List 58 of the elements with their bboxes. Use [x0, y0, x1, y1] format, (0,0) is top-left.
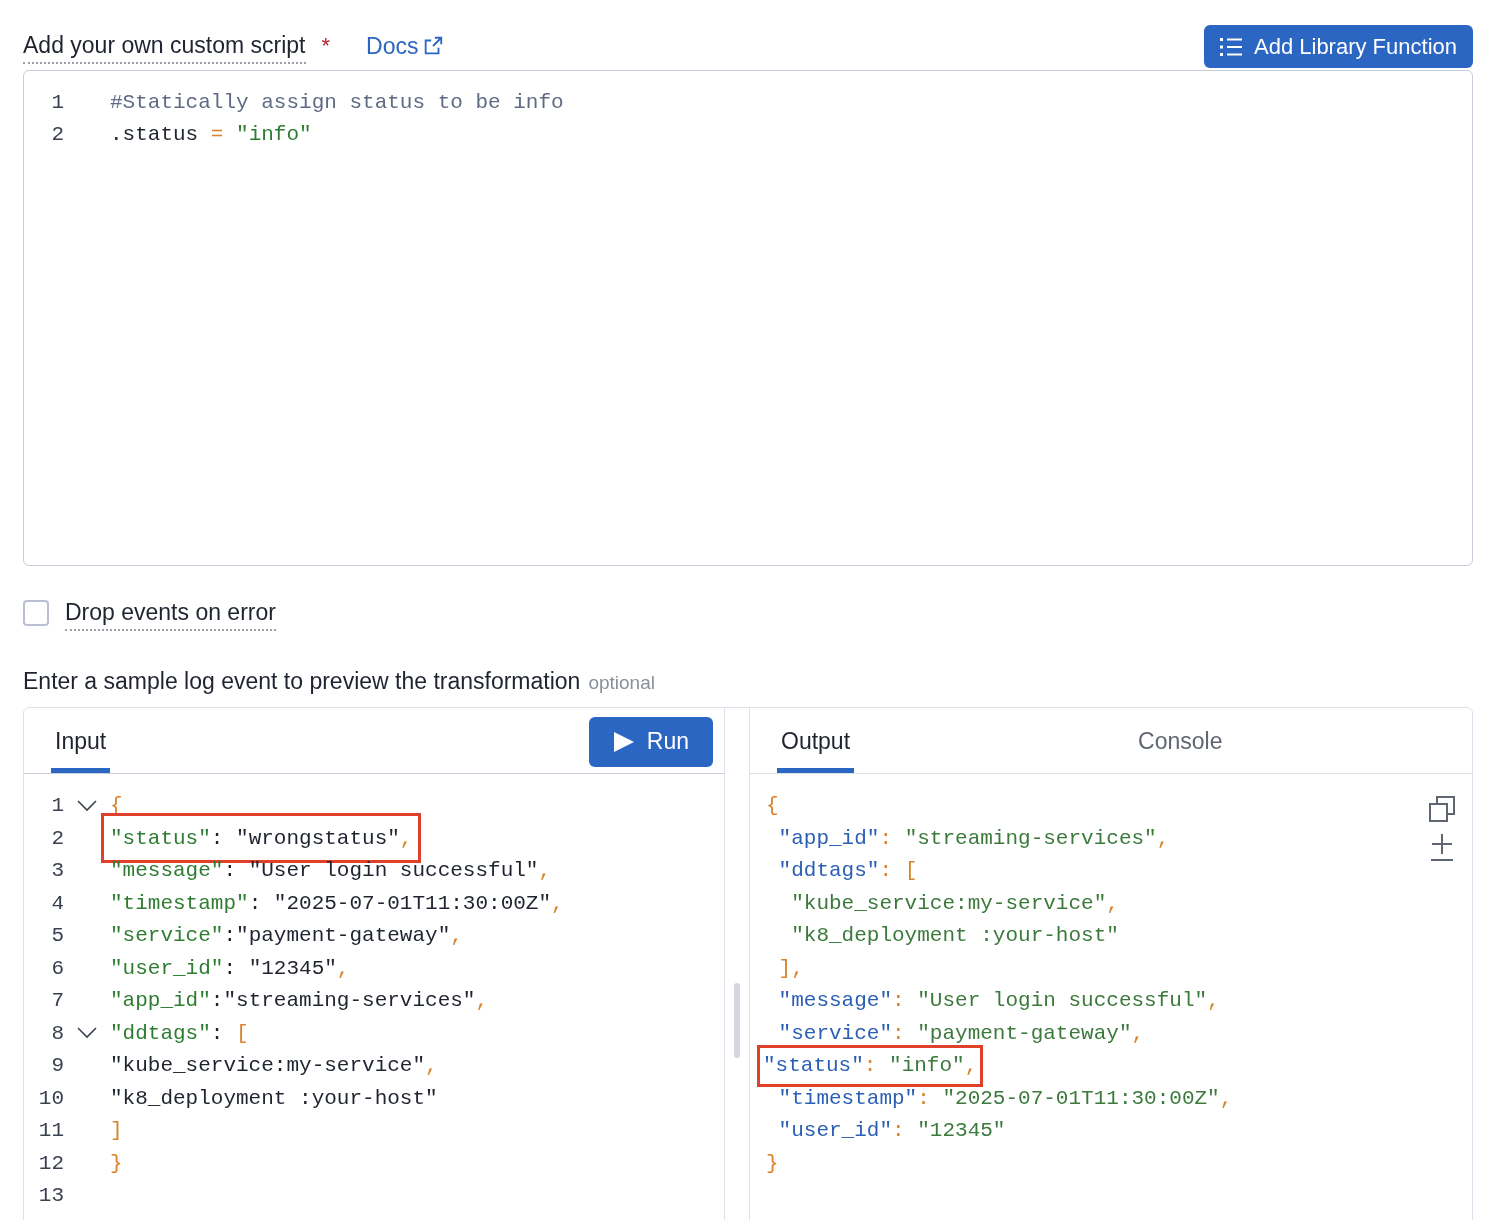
- docs-link[interactable]: Docs: [366, 28, 445, 63]
- external-link-icon: [422, 34, 445, 57]
- line-number: 10: [37, 1085, 64, 1112]
- code-line: "ddtags": [: [777, 858, 918, 884]
- checkbox[interactable]: [23, 600, 49, 626]
- chevron-down-icon[interactable]: [77, 1027, 97, 1040]
- code-line: "service": "payment-gateway",: [777, 1020, 1145, 1047]
- line-number: 2: [50, 825, 64, 852]
- line-number: 1: [50, 90, 64, 117]
- line-number: 4: [50, 890, 64, 917]
- tab[interactable]: Output: [777, 714, 855, 773]
- copy-icon[interactable]: [1429, 795, 1455, 822]
- code-line: "timestamp": "2025-07-01T11:30:00Z",: [110, 890, 564, 917]
- code-line: "message": "User login successful",: [777, 988, 1220, 1014]
- line-number: 2: [50, 122, 64, 149]
- scrollbar[interactable]: [734, 982, 740, 1058]
- line-number: 1: [50, 793, 64, 819]
- code-line: }: [766, 1150, 779, 1177]
- tab[interactable]: Input: [51, 714, 111, 773]
- field-label: Add your own custom script: [23, 27, 306, 64]
- script-editor[interactable]: 1 #Statically assign status to be info 2 .status = "info": [23, 70, 1473, 566]
- optional-hint: optional: [588, 671, 655, 695]
- line-number: 5: [50, 923, 64, 949]
- code-line: "app_id":"streaming-services",: [110, 988, 489, 1014]
- code-line: "kube_service:my-service",: [790, 890, 1119, 917]
- line-number: 6: [50, 955, 64, 982]
- line-number: 12: [37, 1150, 64, 1177]
- code-line: {: [766, 793, 779, 819]
- code-line: "timestamp": "2025-07-01T11:30:00Z",: [777, 1085, 1233, 1112]
- run-button[interactable]: Run: [588, 716, 713, 767]
- add-library-function-button[interactable]: Add Library Function: [1204, 25, 1473, 68]
- section-label: Enter a sample log event to preview the transformation: [23, 667, 581, 696]
- chevron-down-icon[interactable]: [77, 799, 97, 812]
- code-line: "user_id": "12345": [777, 1118, 1006, 1144]
- line-number: 8: [50, 1020, 64, 1047]
- code-line: "kube_service:my-service",: [110, 1053, 438, 1079]
- code-line: .status = "info": [110, 122, 312, 149]
- code-line: "k8_deployment :your-host": [790, 923, 1119, 949]
- tab[interactable]: Console: [1134, 714, 1227, 773]
- code-line: "service":"payment-gateway",: [110, 923, 463, 949]
- code-line: "app_id": "streaming-services",: [777, 825, 1170, 852]
- line-number: 13: [37, 1183, 64, 1209]
- play-icon: [612, 730, 635, 753]
- required-mark: *: [321, 32, 331, 61]
- code-line: ]: [110, 1118, 123, 1144]
- line-number: 7: [50, 988, 64, 1014]
- checkbox-label: Drop events on error: [65, 594, 276, 632]
- code-line: }: [110, 1150, 123, 1177]
- line-number: 11: [37, 1118, 64, 1144]
- line-number: 3: [50, 858, 64, 884]
- list-icon: [1220, 36, 1242, 57]
- code-line: "ddtags": [: [110, 1020, 249, 1047]
- code-line: ],: [777, 955, 804, 982]
- code-line: #Statically assign status to be info: [110, 90, 564, 117]
- code-line: "user_id": "12345",: [110, 955, 350, 982]
- plus-icon[interactable]: [1429, 831, 1455, 862]
- line-number: 9: [50, 1053, 64, 1079]
- code-line: "k8_deployment :your-host": [110, 1085, 438, 1112]
